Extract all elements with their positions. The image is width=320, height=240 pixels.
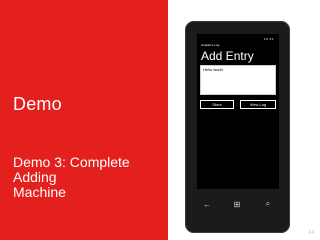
store-button[interactable]: Store [200, 100, 234, 109]
search-icon[interactable]: ⌕ [261, 197, 275, 211]
page-number: 24 [308, 230, 314, 236]
phone-device: 10:51 Captain's Log Add Entry Hello worl… [185, 21, 290, 233]
phone-screen: 10:51 Captain's Log Add Entry Hello worl… [197, 34, 279, 189]
back-icon[interactable]: ← [200, 197, 214, 211]
windows-start-icon[interactable]: ⊞ [230, 197, 244, 211]
slide-heading: Demo [13, 94, 62, 114]
slide-subtitle: Demo 3: Complete Adding Machine [13, 154, 130, 200]
entry-textbox[interactable]: Hello world [200, 65, 276, 95]
app-name: Captain's Log [201, 43, 220, 47]
status-bar: 10:51 [263, 37, 274, 41]
view-log-button[interactable]: View Log [240, 100, 276, 109]
page-title: Add Entry [201, 49, 254, 63]
slide-red-panel [0, 0, 168, 240]
